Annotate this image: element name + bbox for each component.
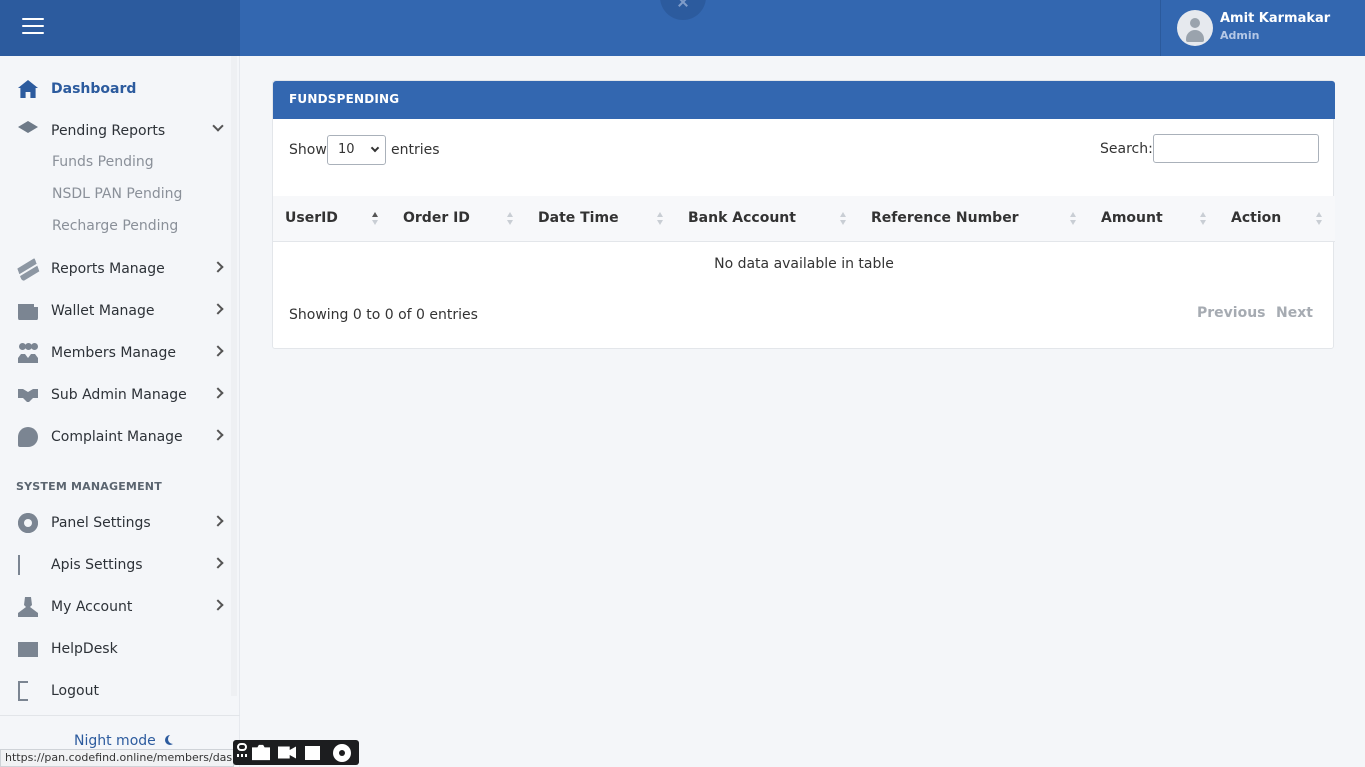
next-page-button[interactable]: Next (1276, 305, 1313, 321)
gear-icon (18, 513, 38, 533)
sidebar-item-label: Complaint Manage (51, 429, 183, 445)
sidebar-subitem-nsdl-pan-pending[interactable]: NSDL PAN Pending (52, 186, 182, 202)
chevron-down-icon (212, 120, 224, 132)
table-empty-row: No data available in table (714, 256, 894, 272)
column-header-date-time[interactable]: Date Time (538, 210, 619, 226)
video-icon[interactable] (278, 746, 296, 759)
chevron-right-icon (212, 345, 224, 357)
reports-icon (15, 256, 41, 282)
chat-icon (18, 427, 38, 447)
previous-page-button[interactable]: Previous (1197, 305, 1266, 321)
sidebar-item-reports-manage[interactable]: Reports Manage (0, 251, 240, 287)
search-label: Search: (1100, 141, 1153, 157)
gear-icon[interactable] (333, 744, 351, 762)
sidebar-item-panel-settings[interactable]: Panel Settings (0, 505, 240, 541)
column-header-order-id[interactable]: Order ID (403, 210, 470, 226)
sidebar-section-title: SYSTEM MANAGEMENT (16, 480, 162, 493)
users-icon-heads (18, 343, 38, 352)
card-title: FUNDSPENDING (289, 92, 400, 106)
sidebar-item-complaint-manage[interactable]: Complaint Manage (0, 419, 240, 455)
entries-label: entries (391, 142, 440, 158)
column-header-bank-account[interactable]: Bank Account (688, 210, 796, 226)
chevron-right-icon (212, 515, 224, 527)
topbar: Amit Karmakar Admin (0, 0, 1365, 56)
night-mode-toggle[interactable]: Night mode (74, 733, 175, 749)
sidebar-item-pending-reports[interactable]: Pending Reports (0, 113, 240, 149)
column-header-action[interactable]: Action (1231, 210, 1281, 226)
entries-select-value: 10 (338, 142, 355, 157)
more-icon[interactable] (237, 754, 247, 757)
wallet-icon (18, 304, 38, 320)
link-icon[interactable] (237, 743, 247, 751)
sidebar-item-label: Panel Settings (51, 515, 151, 531)
sidebar-item-label: Logout (51, 683, 99, 699)
moon-icon (168, 734, 178, 744)
chevron-right-icon (212, 557, 224, 569)
night-mode-label: Night mode (74, 733, 156, 749)
chevron-right-icon (212, 599, 224, 611)
column-header-reference-number[interactable]: Reference Number (871, 210, 1019, 226)
sidebar-subitem-funds-pending[interactable]: Funds Pending (52, 154, 154, 170)
chevron-right-icon (212, 387, 224, 399)
chevron-right-icon (212, 429, 224, 441)
sidebar-item-members-manage[interactable]: Members Manage (0, 335, 240, 371)
sidebar-item-label: Members Manage (51, 345, 176, 361)
sidebar-item-label: HelpDesk (51, 641, 118, 657)
topbar-brand-area (0, 0, 240, 56)
sidebar-item-logout[interactable]: Logout (0, 673, 240, 709)
sidebar-divider (0, 715, 240, 716)
funds-pending-card: FUNDSPENDING Show 10 entries Search: Use… (272, 80, 1335, 349)
search-input[interactable] (1153, 134, 1319, 163)
sort-icon[interactable] (840, 212, 847, 226)
entries-per-page-select[interactable]: 10 (327, 135, 386, 165)
sidebar-item-dashboard[interactable]: Dashboard (0, 71, 240, 107)
sidebar-item-helpdesk[interactable]: HelpDesk (0, 631, 240, 667)
user-icon (18, 597, 38, 617)
hamburger-menu-icon[interactable] (22, 18, 44, 36)
user-role: Admin (1220, 29, 1260, 42)
sidebar-item-label: Wallet Manage (51, 303, 155, 319)
sidebar-item-label: Pending Reports (51, 123, 166, 139)
sidebar-item-label: Sub Admin Manage (51, 387, 187, 403)
avatar[interactable] (1177, 10, 1213, 46)
user-menu[interactable]: Amit Karmakar Admin (1160, 0, 1365, 56)
layers-icon (18, 121, 38, 133)
chevron-right-icon (212, 261, 224, 273)
camera-icon[interactable] (252, 744, 270, 761)
sidebar-item-apis-settings[interactable]: Apis Settings (0, 547, 240, 583)
sidebar-item-label: My Account (51, 599, 133, 615)
table-header-row: UserID Order ID Date Time Bank Account R… (273, 196, 1335, 242)
home-icon (18, 80, 38, 98)
logout-icon (18, 681, 28, 701)
sort-icon[interactable] (1316, 212, 1323, 226)
sort-asc-icon[interactable] (372, 212, 379, 226)
envelope-icon (18, 642, 38, 657)
handshake-icon (18, 389, 38, 402)
sort-icon[interactable] (1200, 212, 1207, 226)
column-header-amount[interactable]: Amount (1101, 210, 1163, 226)
column-header-userid[interactable]: UserID (285, 210, 338, 226)
sidebar-item-sub-admin-manage[interactable]: Sub Admin Manage (0, 377, 240, 413)
user-name: Amit Karmakar (1220, 11, 1331, 26)
sort-icon[interactable] (657, 212, 664, 226)
chevron-down-icon (370, 143, 380, 153)
status-url: https://pan.codefind.online/members/dash (0, 749, 234, 767)
sidebar-item-wallet-manage[interactable]: Wallet Manage (0, 293, 240, 329)
sort-icon[interactable] (1070, 212, 1077, 226)
sidebar-item-label: Reports Manage (51, 261, 165, 277)
show-label: Show (289, 142, 327, 158)
sort-icon[interactable] (507, 212, 514, 226)
close-icon[interactable] (660, 0, 706, 20)
sidebar: Dashboard Pending Reports Funds Pending … (0, 56, 240, 767)
code-branch-icon (18, 555, 38, 575)
card-header: FUNDSPENDING (273, 81, 1335, 119)
sidebar-item-label: Apis Settings (51, 557, 143, 573)
sidebar-item-label: Dashboard (51, 81, 137, 97)
table-info: Showing 0 to 0 of 0 entries (289, 307, 478, 323)
sidebar-subitem-recharge-pending[interactable]: Recharge Pending (52, 218, 178, 234)
chevron-right-icon (212, 303, 224, 315)
sidebar-item-my-account[interactable]: My Account (0, 589, 240, 625)
capture-toolbar (233, 740, 359, 765)
copy-icon[interactable] (305, 746, 320, 760)
